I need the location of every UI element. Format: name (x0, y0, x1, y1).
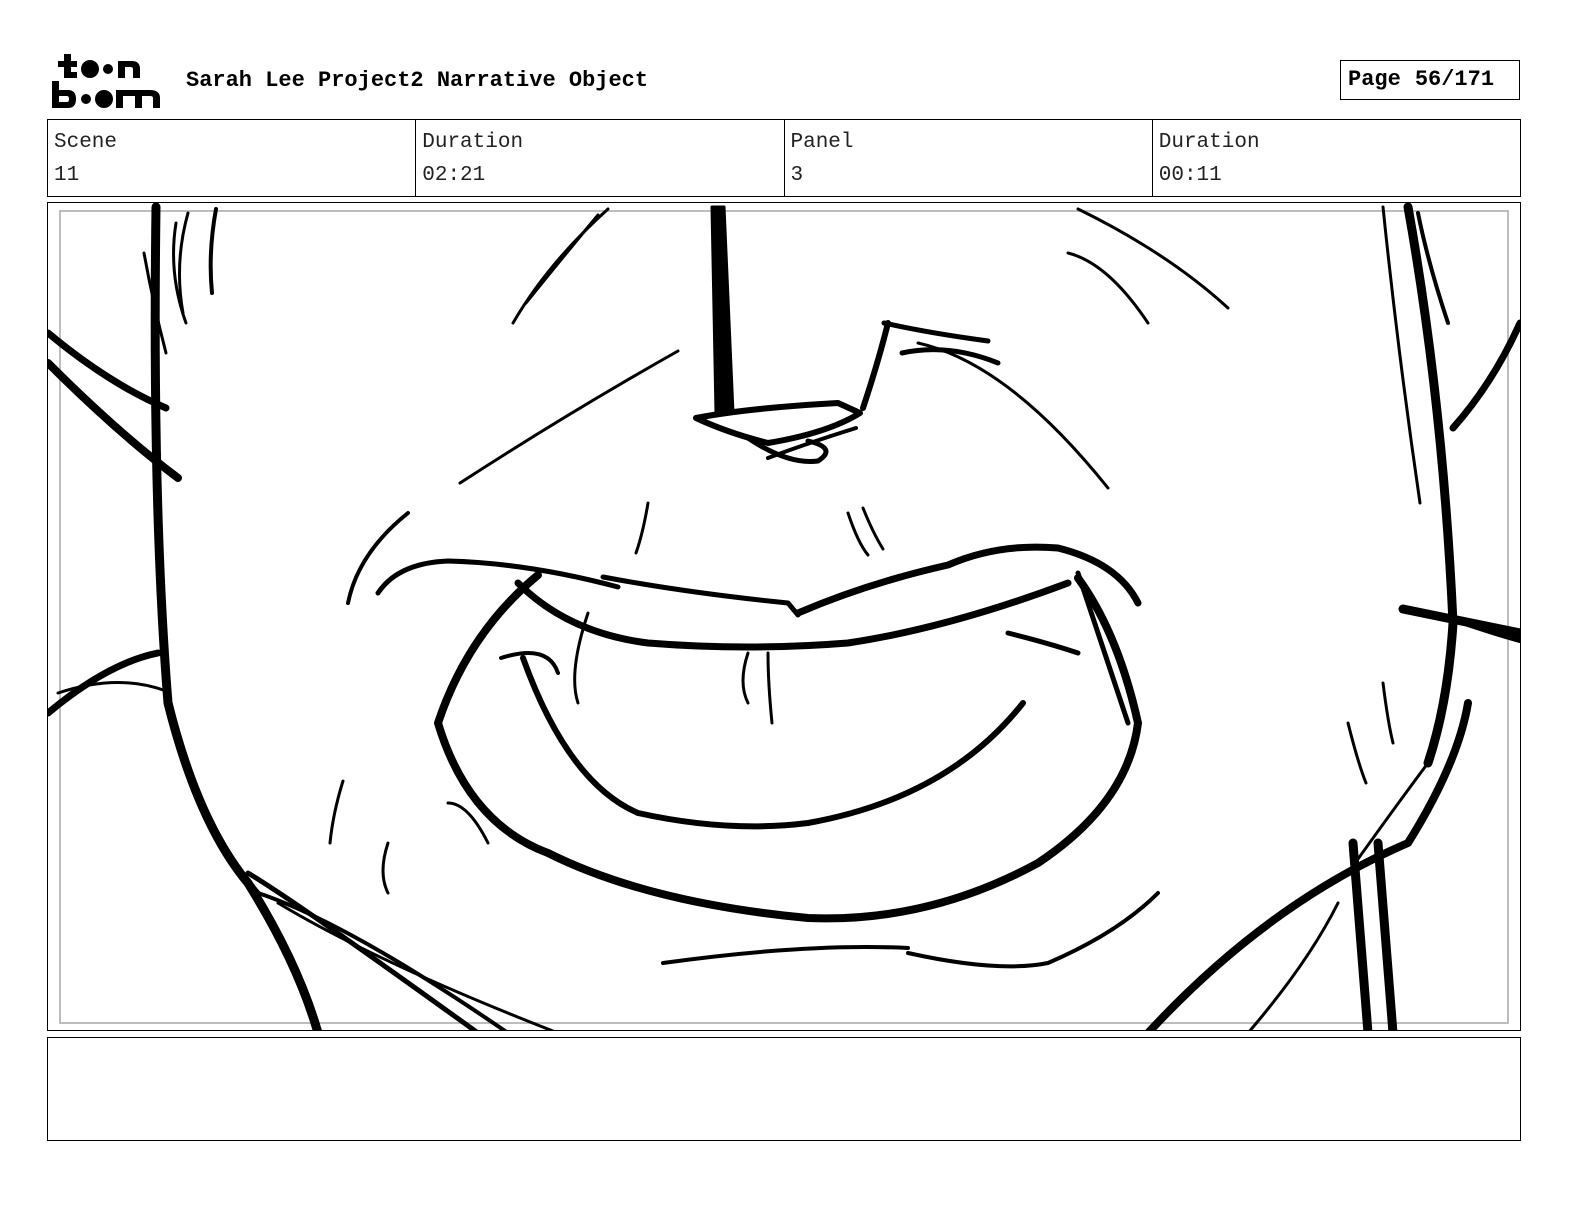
toon-boom-logo (50, 52, 162, 110)
scene-duration-cell: Duration 02:21 (416, 120, 785, 196)
scene-duration-value: 02:21 (422, 164, 486, 187)
project-title: Sarah Lee Project2 Narrative Object (186, 68, 649, 93)
panel-sketch (48, 203, 1520, 1030)
panel-duration-value: 00:11 (1158, 164, 1222, 187)
page-indicator: Page 56/171 (1340, 60, 1520, 100)
panel-cell: Panel 3 (785, 120, 1153, 196)
panel-duration-cell: Duration 00:11 (1153, 120, 1520, 196)
scene-info-table: Scene 11 Duration 02:21 Panel 3 Duration… (47, 119, 1521, 197)
panel-label: Panel (790, 131, 854, 154)
page-label: Page (1348, 67, 1401, 92)
face-sketch (48, 203, 1520, 1030)
panel-notes (47, 1037, 1521, 1141)
scene-cell: Scene 11 (48, 120, 417, 196)
scene-label: Scene (54, 131, 118, 154)
panel-value: 3 (790, 164, 804, 187)
storyboard-panel (47, 202, 1521, 1031)
scene-value: 11 (54, 164, 80, 187)
panel-duration-label: Duration (1158, 131, 1260, 154)
page-number: 56/171 (1414, 67, 1495, 92)
scene-duration-label: Duration (422, 131, 524, 154)
